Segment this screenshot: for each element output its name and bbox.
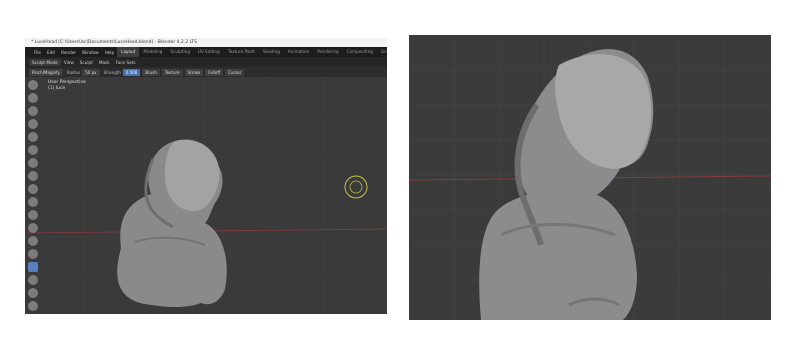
menu-render[interactable]: Render <box>58 50 79 55</box>
viewport-header: Sculpt Mode View Sculpt Mask Face Sets <box>25 57 387 67</box>
brush-selector[interactable]: Pinch/Magnify <box>29 68 63 76</box>
sculpt-toolbar <box>27 79 40 313</box>
mode-selector[interactable]: Sculpt Mode <box>29 58 61 66</box>
grab-brush-icon[interactable] <box>28 275 38 285</box>
multiplane-scrape-brush-icon[interactable] <box>28 249 38 259</box>
tab-shading[interactable]: Shading <box>259 47 284 57</box>
top-menu-bar: File Edit Render Window Help Layout Mode… <box>25 47 387 57</box>
viewport-info: User Perspective (1) luce <box>48 80 86 92</box>
menu-file[interactable]: File <box>31 50 44 55</box>
draw-brush-icon[interactable] <box>28 80 38 90</box>
menu-window[interactable]: Window <box>79 50 102 55</box>
smooth-brush-icon[interactable] <box>28 197 38 207</box>
menu-face-sets[interactable]: Face Sets <box>113 60 139 65</box>
scrape-brush-icon[interactable] <box>28 236 38 246</box>
menu-view[interactable]: View <box>61 60 77 65</box>
texture-dropdown[interactable]: Texture <box>161 68 183 76</box>
tab-modeling[interactable]: Modeling <box>139 47 166 57</box>
tab-geometry-nodes[interactable]: Geometry Nodes <box>377 47 387 57</box>
menu-sculpt[interactable]: Sculpt <box>77 60 96 65</box>
falloff-dropdown[interactable]: Falloff <box>205 68 224 76</box>
sculpt-mesh-zoomed[interactable] <box>479 49 654 320</box>
viewport-3d-right[interactable] <box>409 35 771 320</box>
object-name: (1) luce <box>48 86 66 91</box>
cursor-dropdown[interactable]: Cursor <box>225 68 245 76</box>
strength-field[interactable]: 0.500 <box>122 68 141 76</box>
tab-rendering[interactable]: Rendering <box>313 47 342 57</box>
strength-label: Strength <box>103 69 121 75</box>
tab-uv-editing[interactable]: UV Editing <box>194 47 224 57</box>
layer-brush-icon[interactable] <box>28 145 38 155</box>
sculpt-mesh[interactable] <box>117 139 227 307</box>
menu-help[interactable]: Help <box>102 50 118 55</box>
window-title: * LuceHead [C:\Users\lsc\Documents\LuceH… <box>25 38 387 47</box>
flatten-brush-icon[interactable] <box>28 210 38 220</box>
menu-edit[interactable]: Edit <box>44 50 58 55</box>
viewport-scene-zoomed <box>409 35 771 320</box>
tab-animation[interactable]: Animation <box>284 47 313 57</box>
tool-settings-bar: Pinch/Magnify Radius 50 px Strength 0.50… <box>25 67 387 77</box>
clay-thumb-brush-icon[interactable] <box>28 132 38 142</box>
viewport-3d-left[interactable]: User Perspective (1) luce <box>25 77 387 314</box>
clay-strips-brush-icon[interactable] <box>28 119 38 129</box>
viewport-scene <box>25 77 387 314</box>
brush-cursor-icon <box>344 175 368 199</box>
blender-window: * LuceHead [C:\Users\lsc\Documents\LuceH… <box>25 38 387 314</box>
radius-field[interactable]: 50 px <box>82 68 100 76</box>
clay-brush-icon[interactable] <box>28 106 38 116</box>
stroke-dropdown[interactable]: Stroke <box>184 68 204 76</box>
draw-sharp-brush-icon[interactable] <box>28 93 38 103</box>
tab-texture-paint[interactable]: Texture Paint <box>224 47 259 57</box>
blob-brush-icon[interactable] <box>28 171 38 181</box>
crease-brush-icon[interactable] <box>28 184 38 194</box>
radius-label: Radius <box>66 69 81 75</box>
elastic-deform-brush-icon[interactable] <box>28 288 38 298</box>
tab-layout[interactable]: Layout <box>117 47 140 57</box>
snake-hook-brush-icon[interactable] <box>28 301 38 311</box>
fill-brush-icon[interactable] <box>28 223 38 233</box>
tab-compositing[interactable]: Compositing <box>343 47 377 57</box>
menu-mask[interactable]: Mask <box>96 60 113 65</box>
pinch-brush-icon[interactable] <box>28 262 38 272</box>
brush-dropdown[interactable]: Brush <box>142 68 160 76</box>
tab-sculpting[interactable]: Sculpting <box>166 47 194 57</box>
inflate-brush-icon[interactable] <box>28 158 38 168</box>
